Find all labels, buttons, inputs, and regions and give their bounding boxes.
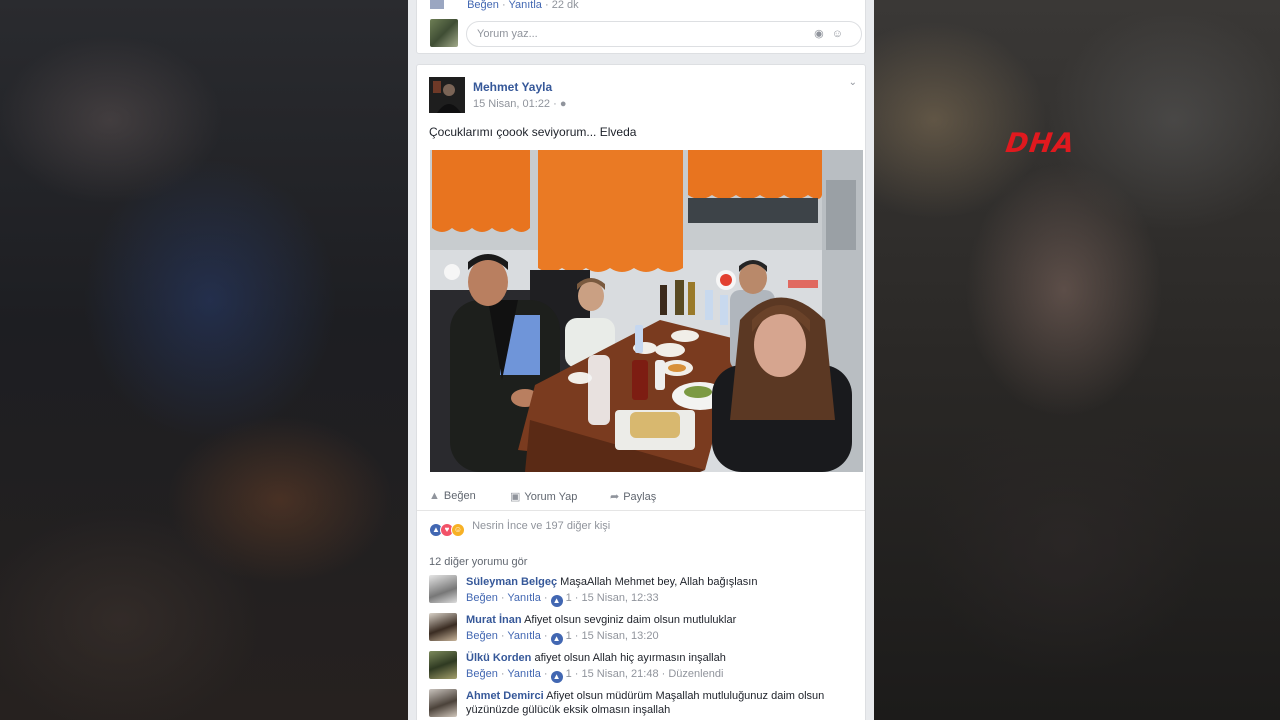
input-icons: ◉☺ <box>814 27 851 40</box>
blurred-background-left <box>0 0 408 720</box>
comment-time[interactable]: 15 Nisan, 13:20 <box>582 630 659 642</box>
comment-time: 22 dk <box>551 0 579 11</box>
comment-meta: Beğen · Yanıtla · ▲ 1 · 15 Nisan, 12:33 <box>466 592 659 607</box>
comment-item: Süleyman Belgeç MaşaAllah Mehmet bey, Al… <box>429 575 859 609</box>
comment-input-placeholder: Yorum yaz... <box>477 28 538 40</box>
previous-comment-meta: Beğen · Yanıtla · 22 dk <box>430 0 579 11</box>
commenter-name[interactable]: Süleyman Belgeç <box>466 576 557 588</box>
avatar[interactable] <box>429 689 457 717</box>
comment-like-link[interactable]: Beğen <box>466 668 498 680</box>
avatar[interactable] <box>429 651 457 679</box>
comment-text: afiyet olsun Allah hiç ayırmasın inşalla… <box>534 652 726 664</box>
like-count-icon: ▲ <box>550 671 563 683</box>
comment-input-row: Yorum yaz... ◉☺ <box>430 19 862 47</box>
avatar[interactable] <box>429 575 457 603</box>
comment-button[interactable]: ▣ Yorum Yap <box>510 490 577 503</box>
comment-time[interactable]: 15 Nisan, 12:33 <box>582 592 659 604</box>
comment-body: Ülkü Korden afiyet olsun Allah hiç ayırm… <box>466 651 856 665</box>
commenter-name[interactable]: Murat İnan <box>466 614 522 626</box>
comment-item: Murat İnan Afiyet olsun sevginiz daim ol… <box>429 613 859 647</box>
comment-thumbnail <box>430 0 444 9</box>
comment-like-link[interactable]: Beğen <box>466 630 498 642</box>
share-icon: ➦ <box>610 491 620 503</box>
comment-edited-label[interactable]: Düzenlendi <box>668 668 723 680</box>
commenter-name[interactable]: Ahmet Demirci <box>466 690 544 702</box>
avatar[interactable] <box>429 613 457 641</box>
post-author-name[interactable]: Mehmet Yayla <box>473 80 552 94</box>
haha-reaction-icon: ☺ <box>451 523 465 537</box>
comment-body: Ahmet Demirci Afiyet olsun müdürüm Maşal… <box>466 689 856 717</box>
comment-reply-link[interactable]: Yanıtla <box>507 668 540 680</box>
like-count-icon: ▲ <box>550 595 563 607</box>
commenter-name[interactable]: Ülkü Korden <box>466 652 531 664</box>
comment-like-link[interactable]: Beğen <box>466 592 498 604</box>
reply-link[interactable]: Yanıtla <box>508 0 541 11</box>
like-count-icon: ▲ <box>550 633 563 645</box>
comment-reply-link[interactable]: Yanıtla <box>507 630 540 642</box>
blurred-background-right <box>874 0 1280 720</box>
facebook-feed: Beğen · Yanıtla · 22 dk Yorum yaz... ◉☺ <box>408 0 874 720</box>
post-photo[interactable] <box>430 150 863 472</box>
dha-watermark-logo: DHA <box>1003 128 1078 159</box>
previous-post-card: Beğen · Yanıtla · 22 dk Yorum yaz... ◉☺ <box>416 0 866 54</box>
comment-like-count[interactable]: 1 <box>566 630 572 642</box>
avatar <box>430 19 458 47</box>
chevron-down-icon[interactable]: ⌄ <box>849 77 857 88</box>
restaurant-photo <box>430 150 863 472</box>
post-text: Çocuklarımı çoook seviyorum... Elveda <box>429 125 637 139</box>
emoji-icon[interactable]: ☺ <box>832 28 851 40</box>
comment-icon: ▣ <box>510 491 521 503</box>
comment-like-count[interactable]: 1 <box>566 668 572 680</box>
camera-icon[interactable]: ◉ <box>814 28 832 40</box>
reactions-row[interactable]: ▲ ♥ ☺ Nesrin İnce ve 197 diğer kişi <box>429 520 610 537</box>
post-meta: 15 Nisan, 01:22 · ● <box>473 98 567 110</box>
thumbs-up-icon: ▲ <box>429 490 440 502</box>
post-date[interactable]: 15 Nisan, 01:22 <box>473 98 550 110</box>
share-button[interactable]: ➦ Paylaş <box>610 490 656 503</box>
reactions-summary[interactable]: Nesrin İnce ve 197 diğer kişi <box>472 520 610 532</box>
post-card: Mehmet Yayla 15 Nisan, 01:22 · ● ⌄ Çocuk… <box>416 64 866 720</box>
like-link[interactable]: Beğen <box>467 0 499 11</box>
comment-time[interactable]: 15 Nisan, 21:48 <box>582 668 659 680</box>
post-actions-bar: ▲ Beğen ▣ Yorum Yap ➦ Paylaş <box>417 485 865 511</box>
comment-item: Ahmet Demirci Afiyet olsun müdürüm Maşal… <box>429 689 859 720</box>
comment-item: Ülkü Korden afiyet olsun Allah hiç ayırm… <box>429 651 859 685</box>
author-avatar[interactable] <box>429 77 465 113</box>
comment-button-label: Yorum Yap <box>524 491 578 503</box>
globe-icon: ● <box>559 98 567 110</box>
comment-text: MaşaAllah Mehmet bey, Allah bağışlasın <box>560 576 758 588</box>
view-more-comments-link[interactable]: 12 diğer yorumu gör <box>429 556 527 568</box>
share-button-label: Paylaş <box>623 491 657 503</box>
comment-like-count[interactable]: 1 <box>566 592 572 604</box>
comment-body: Murat İnan Afiyet olsun sevginiz daim ol… <box>466 613 856 627</box>
author-avatar-image <box>429 77 465 113</box>
comment-text: Afiyet olsun sevginiz daim olsun mutlulu… <box>524 614 737 626</box>
comment-input[interactable]: Yorum yaz... ◉☺ <box>466 21 862 47</box>
comment-body: Süleyman Belgeç MaşaAllah Mehmet bey, Al… <box>466 575 856 589</box>
comment-reply-link[interactable]: Yanıtla <box>507 592 540 604</box>
like-button[interactable]: ▲ Beğen <box>429 490 476 502</box>
comment-meta: Beğen · Yanıtla · ▲ 1 · 15 Nisan, 13:20 <box>466 630 659 645</box>
like-button-label: Beğen <box>443 490 476 502</box>
comment-meta: Beğen · Yanıtla · ▲ 1 · 15 Nisan, 21:48 ·… <box>466 668 724 683</box>
